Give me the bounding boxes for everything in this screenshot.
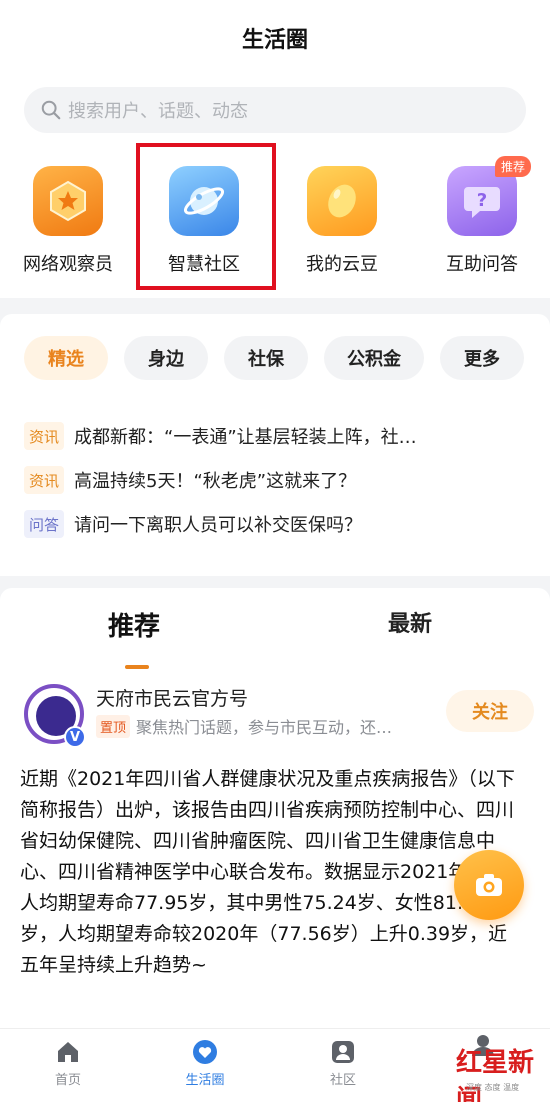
tab-recommend[interactable]: 推荐 <box>108 606 160 643</box>
bean-icon <box>307 166 377 236</box>
news-tag: 资讯 <box>24 466 64 494</box>
news-text: 高温持续5天！“秋老虎”这就来了？ <box>74 471 357 492</box>
tab-indicator <box>125 665 149 669</box>
search-icon <box>41 100 61 120</box>
app-network-observer[interactable]: 网络观察员 <box>8 160 128 276</box>
post-body[interactable]: 近期《2021年四川省人群健康状况及重点疾病报告》（以下简称报告）出炉，该报告由… <box>20 764 520 981</box>
news-list: 资讯 成都新都：“一表通”让基层轻装上阵，社… 资讯 高温持续5天！“秋老虎”这… <box>24 414 524 546</box>
question-bubble-icon: ? 推荐 <box>447 156 531 236</box>
chip-nearby[interactable]: 身边 <box>124 336 208 380</box>
top-section: 生活圈 搜索用户、话题、动态 网络观察员 智慧社区 我的云豆 ? 推荐 互助问答 <box>0 0 550 298</box>
chip-housing-fund[interactable]: 公积金 <box>324 336 424 380</box>
watermark-title: 红星新闻 <box>456 1048 535 1102</box>
news-text: 成都新都：“一表通”让基层轻装上阵，社… <box>74 427 417 448</box>
chip-social-security[interactable]: 社保 <box>224 336 308 380</box>
feed-section: 精选 身边 社保 公积金 更多 资讯 成都新都：“一表通”让基层轻装上阵，社… … <box>0 314 550 576</box>
follow-button[interactable]: 关注 <box>446 690 534 732</box>
app-label: 互助问答 <box>446 254 518 275</box>
news-tag: 资讯 <box>24 422 64 450</box>
tab-life-circle[interactable]: 生活圈 <box>165 1039 245 1088</box>
tab-label: 社区 <box>329 1073 356 1088</box>
search-input[interactable]: 搜索用户、话题、动态 <box>24 87 526 133</box>
app-mutual-qa[interactable]: ? 推荐 互助问答 <box>422 156 542 276</box>
watermark-logo: 红星新闻 深度 态度 温度 <box>440 1034 550 1102</box>
tab-label: 生活圈 <box>185 1073 225 1088</box>
author-name[interactable]: 天府市民云官方号 <box>96 684 248 711</box>
recommend-section: 推荐 最新 V 天府市民云官方号 置顶 聚焦热门话题，参与市民互动，还… 关注 … <box>0 588 550 1028</box>
recommend-badge: 推荐 <box>494 156 531 177</box>
pinned-text: 聚焦热门话题，参与市民互动，还… <box>136 718 393 737</box>
pinned-row: 置顶 聚焦热门话题，参与市民互动，还… <box>96 714 392 738</box>
category-chips: 精选 身边 社保 公积金 更多 <box>24 336 524 380</box>
app-my-beans[interactable]: 我的云豆 <box>282 160 402 276</box>
community-icon <box>332 1041 354 1063</box>
search-placeholder: 搜索用户、话题、动态 <box>68 101 248 122</box>
pinned-tag: 置顶 <box>96 714 131 738</box>
tab-home[interactable]: 首页 <box>28 1039 108 1088</box>
tab-label: 首页 <box>54 1073 81 1088</box>
chip-more[interactable]: 更多 <box>440 336 524 380</box>
list-item[interactable]: 资讯 成都新都：“一表通”让基层轻装上阵，社… <box>24 414 524 458</box>
page-title: 生活圈 <box>241 28 308 53</box>
chip-featured[interactable]: 精选 <box>24 336 108 380</box>
content-tabs: 推荐 最新 <box>0 606 550 669</box>
list-item[interactable]: 资讯 高温持续5天！“秋老虎”这就来了？ <box>24 458 524 502</box>
home-icon <box>58 1042 78 1062</box>
list-item[interactable]: 问答 请问一下离职人员可以补交医保吗？ <box>24 502 524 546</box>
watermark-sub: 深度 态度 温度 <box>466 1083 520 1092</box>
heart-circle-icon <box>193 1040 217 1064</box>
app-label: 我的云豆 <box>306 254 378 275</box>
highlight-box <box>136 143 276 290</box>
verified-icon: V <box>64 726 86 748</box>
app-label: 网络观察员 <box>23 254 113 275</box>
camera-icon <box>476 874 502 896</box>
badge-star-icon <box>33 166 103 236</box>
post-header: V 天府市民云官方号 置顶 聚焦热门话题，参与市民互动，还… 关注 <box>24 684 534 748</box>
news-text: 请问一下离职人员可以补交医保吗？ <box>74 515 362 536</box>
svg-text:?: ? <box>477 190 487 211</box>
tab-community[interactable]: 社区 <box>303 1039 383 1088</box>
news-tag: 问答 <box>24 510 64 538</box>
camera-button[interactable] <box>454 850 524 920</box>
tab-latest[interactable]: 最新 <box>388 606 432 638</box>
